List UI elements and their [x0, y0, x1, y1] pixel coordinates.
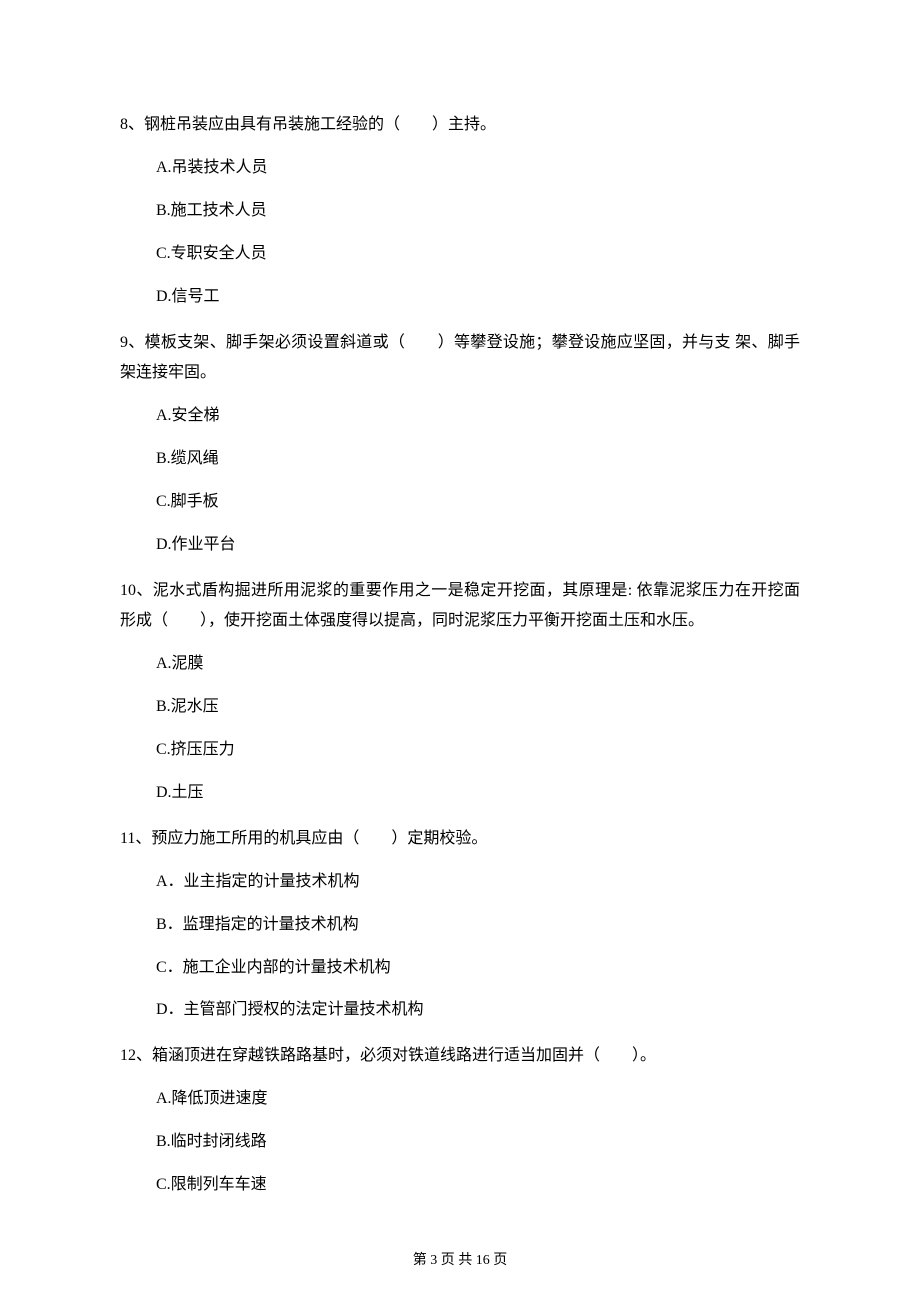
option-b: B.缆风绳: [156, 445, 800, 474]
option-b: B.施工技术人员: [156, 197, 800, 226]
option-b: B.泥水压: [156, 693, 800, 722]
option-a: A.泥膜: [156, 650, 800, 679]
option-c: C.脚手板: [156, 488, 800, 517]
option-a: A.降低顶进速度: [156, 1085, 800, 1114]
options-list: A.降低顶进速度 B.临时封闭线路 C.限制列车车速: [120, 1085, 800, 1199]
option-a: A.安全梯: [156, 402, 800, 431]
question-11: 11、预应力施工所用的机具应由（ ）定期校验。 A．业主指定的计量技术机构 B．…: [120, 824, 800, 1026]
question-9: 9、模板支架、脚手架必须设置斜道或（ ）等攀登设施；攀登设施应坚固，并与支 架、…: [120, 328, 800, 560]
question-8: 8、钢桩吊装应由具有吊装施工经验的（ ）主持。 A.吊装技术人员 B.施工技术人…: [120, 110, 800, 312]
option-c: C.专职安全人员: [156, 240, 800, 269]
option-c: C．施工企业内部的计量技术机构: [156, 954, 800, 983]
question-10: 10、泥水式盾构掘进所用泥浆的重要作用之一是稳定开挖面，其原理是: 依靠泥浆压力…: [120, 576, 800, 808]
page-footer: 第 3 页 共 16 页: [0, 1250, 920, 1272]
question-text: 9、模板支架、脚手架必须设置斜道或（ ）等攀登设施；攀登设施应坚固，并与支 架、…: [120, 328, 800, 389]
question-text: 8、钢桩吊装应由具有吊装施工经验的（ ）主持。: [120, 110, 800, 140]
document-content: 8、钢桩吊装应由具有吊装施工经验的（ ）主持。 A.吊装技术人员 B.施工技术人…: [120, 110, 800, 1200]
question-text: 10、泥水式盾构掘进所用泥浆的重要作用之一是稳定开挖面，其原理是: 依靠泥浆压力…: [120, 576, 800, 637]
options-list: A．业主指定的计量技术机构 B．监理指定的计量技术机构 C．施工企业内部的计量技…: [120, 868, 800, 1025]
option-a: A．业主指定的计量技术机构: [156, 868, 800, 897]
option-c: C.限制列车车速: [156, 1171, 800, 1200]
option-c: C.挤压压力: [156, 736, 800, 765]
question-text: 12、箱涵顶进在穿越铁路路基时，必须对铁道线路进行适当加固并（ ）。: [120, 1041, 800, 1071]
options-list: A.吊装技术人员 B.施工技术人员 C.专职安全人员 D.信号工: [120, 154, 800, 311]
option-d: D．主管部门授权的法定计量技术机构: [156, 996, 800, 1025]
option-d: D.土压: [156, 779, 800, 808]
option-b: B．监理指定的计量技术机构: [156, 911, 800, 940]
question-12: 12、箱涵顶进在穿越铁路路基时，必须对铁道线路进行适当加固并（ ）。 A.降低顶…: [120, 1041, 800, 1200]
option-d: D.信号工: [156, 283, 800, 312]
option-b: B.临时封闭线路: [156, 1128, 800, 1157]
option-a: A.吊装技术人员: [156, 154, 800, 183]
options-list: A.安全梯 B.缆风绳 C.脚手板 D.作业平台: [120, 402, 800, 559]
question-text: 11、预应力施工所用的机具应由（ ）定期校验。: [120, 824, 800, 854]
options-list: A.泥膜 B.泥水压 C.挤压压力 D.土压: [120, 650, 800, 807]
option-d: D.作业平台: [156, 531, 800, 560]
